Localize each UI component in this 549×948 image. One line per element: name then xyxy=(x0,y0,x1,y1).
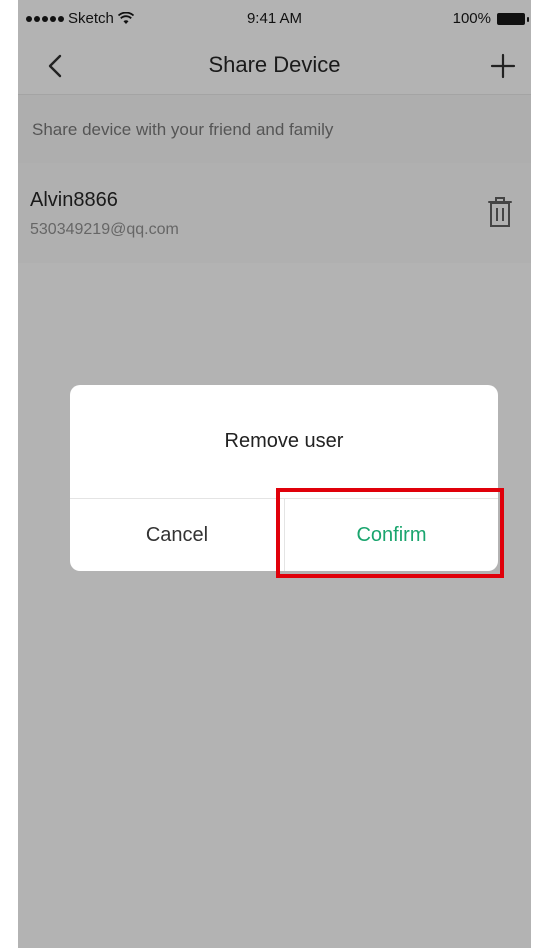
user-email: 530349219@qq.com xyxy=(30,221,179,238)
section-description: Share device with your friend and family xyxy=(32,120,334,139)
cancel-button[interactable]: Cancel xyxy=(70,499,284,571)
plus-icon[interactable] xyxy=(487,50,519,82)
page-title: Share Device xyxy=(208,52,341,77)
section-header: Share device with your friend and family xyxy=(18,95,531,163)
battery-percent: 100% xyxy=(452,10,491,27)
user-name: Alvin8866 xyxy=(30,189,118,211)
nav-bar: Share Device xyxy=(18,38,531,95)
app-screen: Sketch 9:41 AM 100% Share Device Share d… xyxy=(18,0,531,948)
shared-user-row[interactable]: Alvin8866 530349219@qq.com xyxy=(18,163,531,263)
highlight-box xyxy=(276,488,504,578)
trash-icon[interactable] xyxy=(485,195,515,229)
dialog-title: Remove user xyxy=(224,430,344,452)
status-bar: Sketch 9:41 AM 100% xyxy=(18,0,531,38)
battery-icon xyxy=(497,12,529,25)
status-right: 100% xyxy=(452,10,529,27)
